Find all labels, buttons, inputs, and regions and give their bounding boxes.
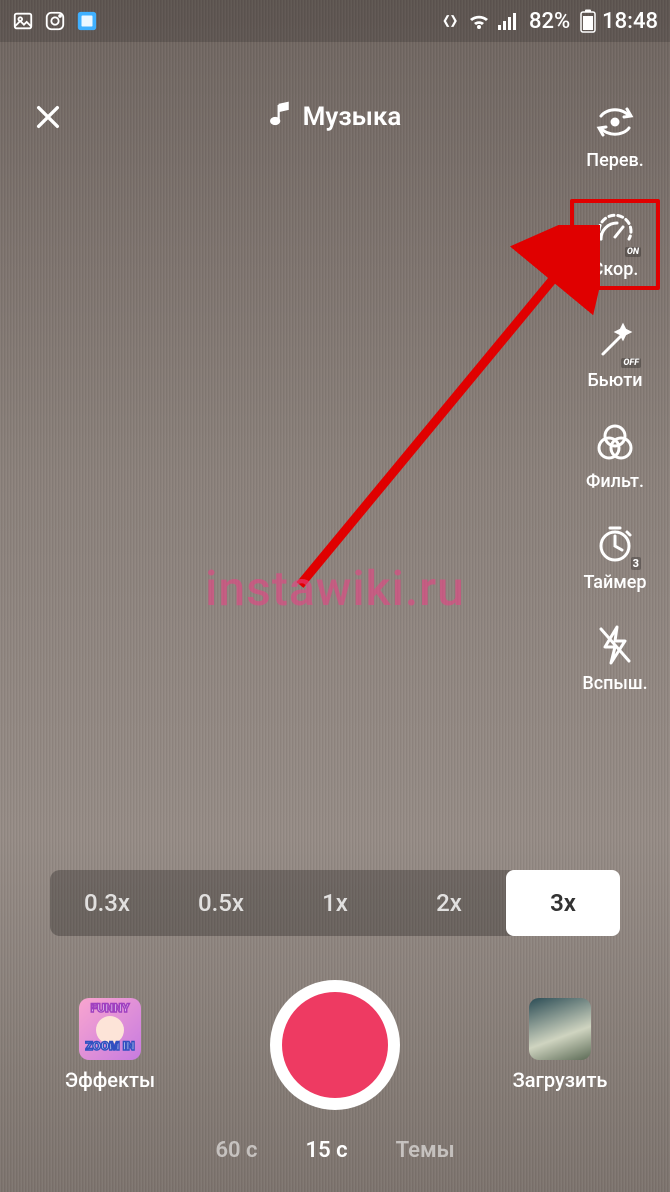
flip-camera-button[interactable]: Перев. bbox=[570, 98, 660, 171]
speed-label: Скор. bbox=[592, 259, 639, 280]
timer-icon: 3 bbox=[591, 520, 639, 568]
status-right: 82% 18:48 bbox=[441, 9, 658, 34]
flash-button[interactable]: Вспыш. bbox=[570, 621, 660, 694]
filter-label: Фильт. bbox=[586, 471, 644, 492]
annotation-arrow bbox=[280, 225, 600, 605]
music-note-icon bbox=[269, 100, 293, 135]
effects-label: Эффекты bbox=[65, 1068, 155, 1092]
watermark-text: instawiki.ru bbox=[205, 560, 465, 617]
add-music-button[interactable]: Музыка bbox=[269, 100, 402, 135]
speed-badge: ON bbox=[625, 247, 641, 257]
record-button[interactable] bbox=[270, 980, 400, 1110]
beauty-label: Бьюти bbox=[588, 370, 643, 391]
duration-15s[interactable]: 15 с bbox=[306, 1138, 348, 1163]
status-bar: 82% 18:48 bbox=[0, 0, 670, 42]
speed-opt-0[interactable]: 0.3x bbox=[50, 870, 164, 936]
speed-opt-4[interactable]: 3x bbox=[506, 870, 620, 936]
effects-thumbnail: FUNNY ZOOM IN bbox=[79, 998, 141, 1060]
effects-thumb-line1: FUNNY bbox=[79, 1002, 141, 1014]
record-inner bbox=[282, 992, 388, 1098]
wifi-icon bbox=[467, 11, 491, 31]
instagram-icon bbox=[44, 10, 66, 32]
battery-percent: 82% bbox=[529, 9, 570, 34]
timer-label: Таймер bbox=[583, 572, 646, 593]
flash-off-icon bbox=[591, 621, 639, 669]
duration-tabs: 60 с 15 с Темы bbox=[0, 1138, 670, 1163]
music-label: Музыка bbox=[303, 102, 402, 132]
duration-60s[interactable]: 60 с bbox=[215, 1138, 257, 1163]
picture-icon bbox=[12, 10, 34, 32]
effects-button[interactable]: FUNNY ZOOM IN Эффекты bbox=[50, 998, 170, 1092]
flip-label: Перев. bbox=[586, 150, 643, 171]
speed-opt-2[interactable]: 1x bbox=[278, 870, 392, 936]
speed-selector: 0.3x 0.5x 1x 2x 3x bbox=[50, 870, 620, 936]
flip-icon bbox=[591, 98, 639, 146]
recycle-icon bbox=[441, 11, 461, 31]
close-button[interactable] bbox=[26, 95, 70, 139]
upload-thumbnail bbox=[529, 998, 591, 1060]
speed-opt-1[interactable]: 0.5x bbox=[164, 870, 278, 936]
effects-thumb-line2: ZOOM IN bbox=[79, 1040, 141, 1052]
beauty-badge: OFF bbox=[621, 358, 641, 368]
battery-icon bbox=[580, 9, 596, 33]
speed-opt-3[interactable]: 2x bbox=[392, 870, 506, 936]
status-time: 18:48 bbox=[602, 9, 658, 34]
speed-icon: ON bbox=[591, 207, 639, 255]
filter-icon bbox=[591, 419, 639, 467]
timer-badge: 3 bbox=[631, 557, 641, 570]
app-icon bbox=[76, 10, 98, 32]
beauty-button[interactable]: OFF Бьюти bbox=[570, 318, 660, 391]
upload-button[interactable]: Загрузить bbox=[500, 998, 620, 1092]
timer-button[interactable]: 3 Таймер bbox=[570, 520, 660, 593]
status-left bbox=[12, 10, 98, 32]
duration-themes[interactable]: Темы bbox=[396, 1138, 455, 1163]
signal-icon bbox=[497, 11, 519, 31]
camera-bottom-row: FUNNY ZOOM IN Эффекты Загрузить bbox=[0, 980, 670, 1110]
speed-button[interactable]: ON Скор. bbox=[570, 199, 660, 290]
upload-label: Загрузить bbox=[513, 1068, 608, 1092]
camera-tools-column: Перев. ON Скор. OFF Бьюти Фильт. 3 Тайме… bbox=[570, 98, 660, 694]
filter-button[interactable]: Фильт. bbox=[570, 419, 660, 492]
flash-label: Вспыш. bbox=[582, 673, 647, 694]
wand-icon: OFF bbox=[591, 318, 639, 366]
